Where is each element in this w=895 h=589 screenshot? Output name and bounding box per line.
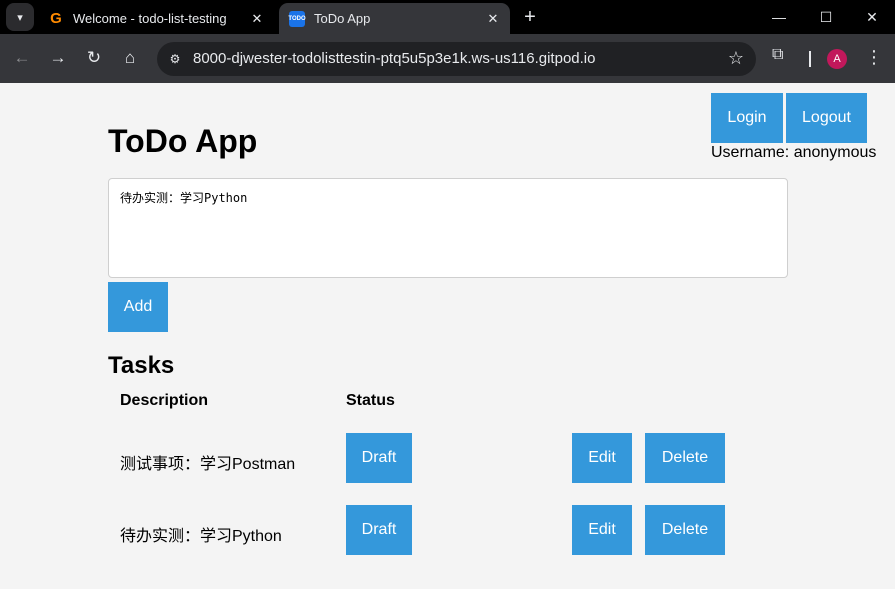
column-header-status: Status	[346, 392, 395, 409]
task-description: 测试事项：学习Postman	[120, 456, 296, 473]
task-input[interactable]: 待办实测：学习Python	[108, 178, 788, 278]
task-description: 待办实测：学习Python	[120, 528, 282, 545]
status-draft-button[interactable]: Draft	[346, 433, 412, 483]
forward-icon[interactable]: →	[46, 46, 70, 70]
logout-button[interactable]: Logout	[786, 93, 867, 143]
edit-button[interactable]: Edit	[572, 505, 632, 555]
status-draft-button[interactable]: Draft	[346, 505, 412, 555]
tab-welcome[interactable]: G Welcome - todo-list-testing ✕	[38, 3, 274, 34]
browser-toolbar: ← → ↻ ⌂ ⚙ 8000-djwester-todolisttestin-p…	[0, 34, 895, 83]
gitpod-icon: G	[50, 10, 62, 27]
todo-icon: TODO	[288, 10, 306, 27]
browser-menu-icon[interactable]: ⋮	[864, 47, 884, 68]
tasks-heading: Tasks	[108, 352, 175, 379]
window-close-icon[interactable]: ✕	[849, 0, 895, 34]
toolbar-divider	[809, 51, 811, 67]
tab-title: ToDo App	[314, 11, 371, 26]
extensions-icon[interactable]: ⧉	[772, 46, 783, 64]
delete-button[interactable]: Delete	[645, 433, 725, 483]
close-tab-icon[interactable]: ✕	[480, 9, 506, 29]
tab-todo-app[interactable]: TODO ToDo App ✕	[279, 3, 510, 34]
column-header-description: Description	[120, 392, 209, 409]
url-text[interactable]: 8000-djwester-todolisttestin-ptq5u5p3e1k…	[193, 50, 595, 67]
edit-button[interactable]: Edit	[572, 433, 632, 483]
back-icon[interactable]: ←	[10, 46, 34, 70]
reload-icon[interactable]: ↻	[82, 46, 106, 70]
profile-avatar[interactable]: A	[827, 49, 847, 69]
page-title: ToDo App	[108, 123, 258, 159]
tab-title: Welcome - todo-list-testing	[73, 11, 227, 26]
page-content: Login Logout Username: anonymous ToDo Ap…	[0, 83, 895, 589]
login-button[interactable]: Login	[711, 93, 783, 143]
new-tab-icon[interactable]: +	[518, 5, 542, 29]
home-icon[interactable]: ⌂	[118, 46, 142, 70]
delete-button[interactable]: Delete	[645, 505, 725, 555]
address-bar[interactable]: ⚙ 8000-djwester-todolisttestin-ptq5u5p3e…	[157, 42, 756, 76]
username-label: Username: anonymous	[711, 144, 877, 161]
add-button[interactable]: Add	[108, 282, 168, 332]
minimize-icon[interactable]: —	[756, 0, 802, 34]
tab-search-icon[interactable]: ▾	[6, 3, 34, 31]
maximize-icon[interactable]: ☐	[803, 0, 849, 34]
site-info-icon[interactable]: ⚙	[163, 47, 187, 71]
bookmark-star-icon[interactable]: ☆	[728, 48, 744, 69]
close-tab-icon[interactable]: ✕	[244, 9, 270, 29]
